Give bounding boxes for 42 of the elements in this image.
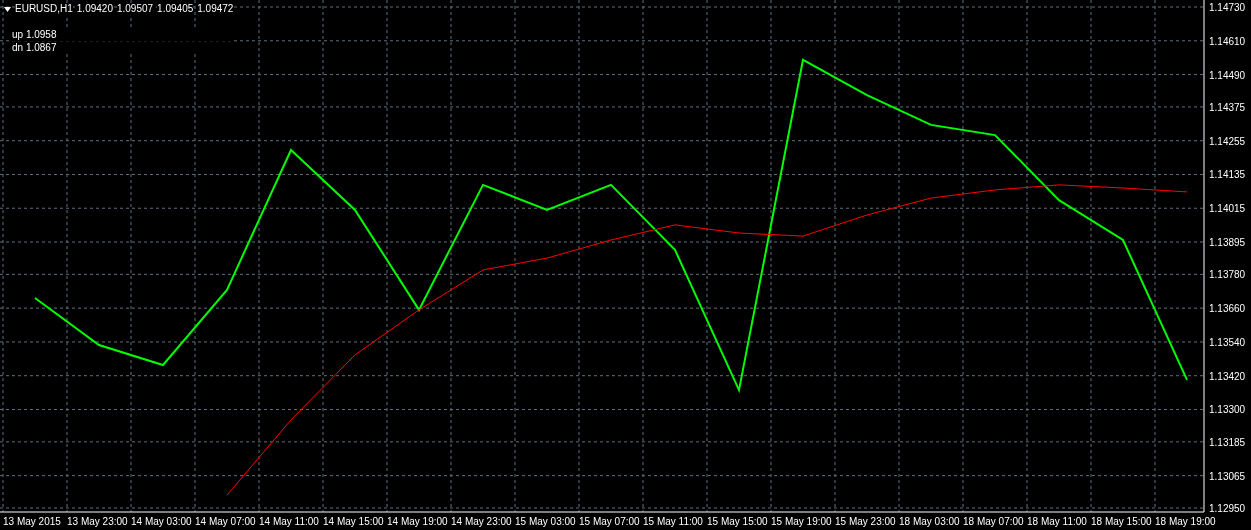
price-label: 1.13420 bbox=[1209, 370, 1246, 382]
time-label: 15 May 19:00 bbox=[771, 516, 832, 527]
price-label: 1.14255 bbox=[1209, 135, 1246, 147]
time-label: 13 May 23:00 bbox=[67, 516, 128, 527]
time-label: 18 May 07:00 bbox=[963, 516, 1024, 527]
quote-value: 1.09472 bbox=[197, 3, 234, 15]
time-label: 15 May 15:00 bbox=[707, 516, 768, 527]
price-label: 1.14375 bbox=[1209, 101, 1246, 113]
quote-value: 1.09507 bbox=[116, 3, 154, 15]
time-label: 18 May 19:00 bbox=[1155, 516, 1216, 527]
quote-value: 1.09420 bbox=[76, 3, 113, 15]
price-label: 1.13540 bbox=[1209, 336, 1246, 348]
time-label: 14 May 15:00 bbox=[323, 516, 384, 527]
price-label: 1.14490 bbox=[1209, 69, 1246, 81]
price-label: 1.13185 bbox=[1209, 436, 1246, 448]
price-label: 1.13065 bbox=[1209, 470, 1246, 482]
price-label: 1.13895 bbox=[1209, 237, 1246, 248]
time-label: 14 May 23:00 bbox=[451, 516, 512, 527]
price-label: 1.13780 bbox=[1209, 269, 1246, 281]
time-label: 18 May 03:00 bbox=[899, 516, 960, 527]
quote-value: 1.09405 bbox=[157, 3, 194, 15]
price-label: 1.14730 bbox=[1209, 2, 1246, 13]
price-label: 1.14015 bbox=[1209, 203, 1246, 215]
time-label: 14 May 03:00 bbox=[131, 516, 192, 527]
symbol-label: EURUSD,H1 bbox=[15, 3, 73, 15]
time-label: 14 May 19:00 bbox=[387, 516, 448, 527]
time-label: 18 May 11:00 bbox=[1027, 516, 1087, 527]
time-label: 13 May 2015 bbox=[3, 516, 61, 527]
time-label: 15 May 11:00 bbox=[643, 516, 703, 527]
price-label: 1.14610 bbox=[1209, 35, 1246, 47]
price-label: 1.12950 bbox=[1209, 503, 1246, 514]
dropdown-triangle-icon[interactable] bbox=[4, 6, 11, 12]
time-label: 18 May 15:00 bbox=[1091, 516, 1152, 527]
time-label: 14 May 11:00 bbox=[259, 516, 319, 527]
time-label: 15 May 03:00 bbox=[515, 516, 576, 527]
price-label: 1.13300 bbox=[1209, 404, 1246, 416]
time-label: 14 May 07:00 bbox=[195, 516, 256, 527]
indicator-value: up 1.0958 bbox=[12, 29, 234, 41]
price-label: 1.14135 bbox=[1209, 169, 1246, 181]
time-label: 15 May 07:00 bbox=[579, 516, 640, 527]
time-label: 15 May 23:00 bbox=[835, 516, 896, 527]
price-label: 1.13660 bbox=[1209, 303, 1246, 315]
